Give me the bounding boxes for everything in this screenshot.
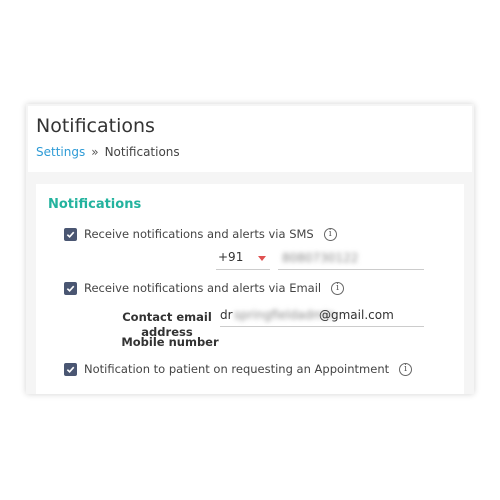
contact-email-label-line2: address xyxy=(141,325,193,339)
appointment-checkbox-label: Notification to patient on requesting an… xyxy=(84,362,390,376)
sms-checkbox[interactable] xyxy=(64,227,77,241)
section-title: Notifications xyxy=(48,197,142,212)
appointment-checkbox[interactable] xyxy=(64,362,77,376)
email-checkbox-label: Receive notifications and alerts via Ema… xyxy=(84,281,322,295)
check-icon xyxy=(66,231,75,238)
page-header: Notifications Settings » Notifications xyxy=(28,106,472,172)
sms-info-icon[interactable]: i xyxy=(323,227,337,241)
mobile-number-input[interactable]: 8080730122 xyxy=(278,249,424,270)
email-value-prefix: dr xyxy=(220,308,233,322)
appointment-info-icon[interactable]: i xyxy=(399,362,413,376)
breadcrumb-current: Notifications xyxy=(104,145,180,159)
email-option-row-visible: Receive notifications and alerts via Ema… xyxy=(64,279,345,297)
contact-email-label-line1: Contact email xyxy=(122,310,212,324)
country-code-value: +91 xyxy=(218,250,244,264)
breadcrumb-separator: » xyxy=(91,145,99,159)
country-code-select[interactable]: +91 xyxy=(216,249,270,270)
appointment-option-row: Notification to patient on requesting an… xyxy=(64,360,413,378)
email-value-domain: @gmail.com xyxy=(319,308,394,322)
page-title: Notifications xyxy=(36,115,155,137)
mobile-number-value: 8080730122 xyxy=(282,251,359,265)
chevron-down-icon xyxy=(258,256,266,261)
check-icon xyxy=(66,366,75,373)
sms-option-row: Receive notifications and alerts via SMS… xyxy=(64,225,337,243)
breadcrumb: Settings » Notifications xyxy=(36,144,180,160)
breadcrumb-settings-link[interactable]: Settings xyxy=(36,145,85,159)
email-info-icon[interactable]: i xyxy=(331,281,345,295)
contact-email-input[interactable]: dr springfieldadmin @gmail.com xyxy=(220,306,424,327)
sms-checkbox-label: Receive notifications and alerts via SMS xyxy=(84,227,314,241)
notifications-window: Notifications Settings » Notifications Not… xyxy=(26,104,474,394)
email-checkbox[interactable] xyxy=(64,281,77,295)
check-icon xyxy=(66,285,75,292)
contact-email-label: Contact email address xyxy=(112,310,222,340)
